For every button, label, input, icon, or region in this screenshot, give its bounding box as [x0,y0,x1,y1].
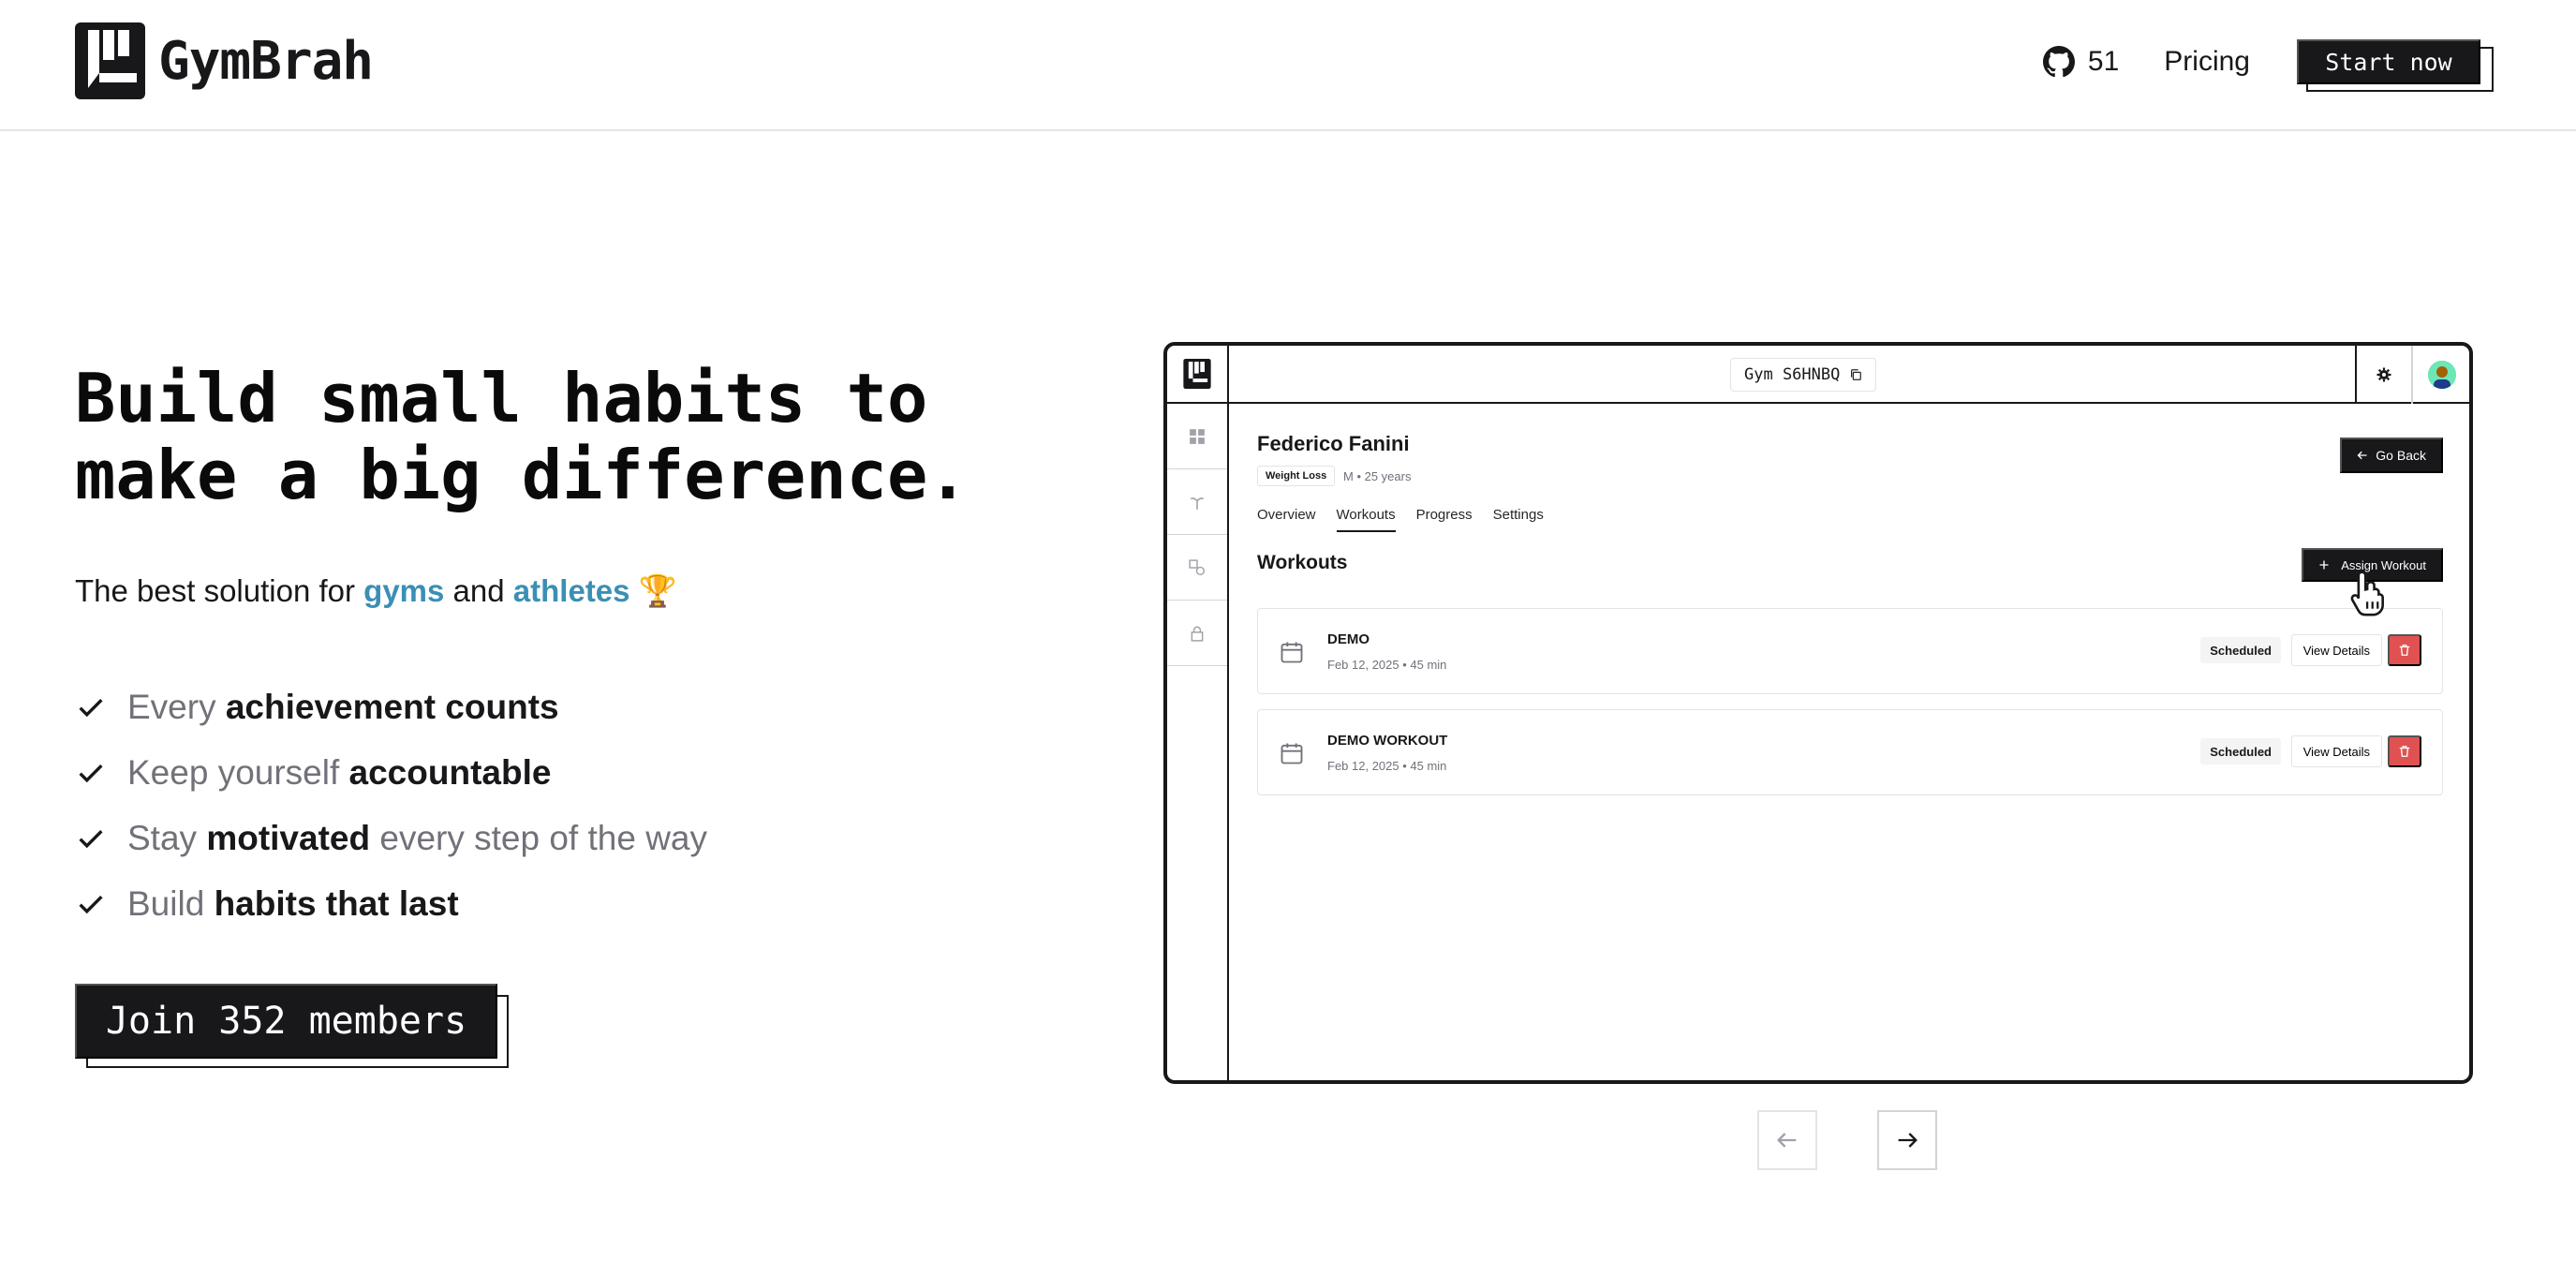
workout-card[interactable]: DEMO Feb 12, 2025 • 45 min Scheduled Vie… [1257,608,2443,694]
feature-bold: motivated [206,819,371,857]
feature-bold: achievement counts [225,688,559,726]
feature-item: Every achievement counts [75,675,707,740]
join-button-wrap: Join 352 members [75,984,511,1070]
pricing-link[interactable]: Pricing [2164,46,2250,78]
logo-icon [75,22,145,99]
feature-item: Build habits that last [75,871,707,937]
calendar-icon [1281,743,1303,764]
tab-workouts[interactable]: Workouts [1336,507,1396,532]
mock-nav-dashboard[interactable] [1167,404,1227,469]
goal-badge: Weight Loss [1257,466,1336,486]
start-now-button-wrap: Start now [2297,37,2494,92]
brand-name: GymBrah [158,30,374,92]
arrow-left-icon [1777,1133,1797,1148]
feature-pre: Build [127,884,205,923]
settings-button[interactable] [2355,346,2413,404]
tab-settings[interactable]: Settings [1493,507,1544,532]
gym-code: Gym S6HNBQ [1744,365,1841,384]
copy-icon[interactable] [1849,368,1862,381]
section-title: Workouts [1257,552,1348,573]
app-preview-mockup: Gym S6HNBQ Federico Fanini Weight Loss M… [1163,342,2473,1084]
start-now-button[interactable]: Start now [2297,39,2480,84]
arrow-right-icon [1898,1133,1917,1148]
arrow-left-icon [2357,451,2367,460]
check-icon [79,896,103,914]
hero-subtitle: The best solution for gyms and athletes … [75,573,677,610]
feature-bold: accountable [348,753,552,792]
hand-cursor-icon [2350,571,2384,616]
workout-subtitle: Feb 12, 2025 • 45 min [1327,759,1447,773]
gym-code-chip[interactable]: Gym S6HNBQ [1730,358,1877,392]
mock-content: Federico Fanini Weight Loss M • 25 years… [1229,404,2469,1080]
top-nav: 51 Pricing Start now [2042,37,2494,92]
status-badge: Scheduled [2200,738,2281,764]
brand-logo[interactable]: GymBrah [75,22,374,99]
trophy-icon: 🏆 [638,573,677,608]
feature-list: Every achievement counts Keep yourself a… [75,675,707,937]
trash-icon [2399,645,2410,656]
dashboard-icon [1190,428,1205,444]
carousel-next-button[interactable] [1877,1110,1937,1170]
feature-pre: Every [127,688,216,726]
workout-subtitle: Feb 12, 2025 • 45 min [1327,658,1447,672]
athlete-meta: M • 25 years [1343,469,1412,483]
workout-title: DEMO WORKOUT [1327,733,1448,749]
feature-item: Keep yourself accountable [75,740,707,806]
calendar-icon [1281,642,1303,663]
feature-pre: Stay [127,819,198,857]
check-icon [79,699,103,718]
feature-bold: habits that last [214,884,459,923]
tab-progress[interactable]: Progress [1416,507,1473,532]
user-avatar-icon [2428,361,2456,389]
delete-workout-button[interactable] [2388,735,2421,767]
go-back-label: Go Back [2376,448,2426,463]
sprout-icon [1190,497,1205,510]
athlete-name: Federico Fanini [1257,432,1410,455]
check-icon [79,764,103,783]
mock-logo[interactable] [1167,346,1227,404]
tab-overview[interactable]: Overview [1257,507,1316,532]
feature-pre: Keep yourself [127,753,340,792]
mock-nav-shapes[interactable] [1167,535,1227,601]
join-members-button[interactable]: Join 352 members [75,984,497,1059]
subtitle-gyms: gyms [363,573,445,608]
mock-nav-training[interactable] [1167,469,1227,535]
mock-sidebar [1167,346,1229,1080]
go-back-button[interactable]: Go Back [2340,438,2443,473]
mock-nav-lock[interactable] [1167,601,1227,666]
subtitle-prefix: The best solution for [75,573,364,608]
trash-icon [2399,746,2410,757]
subtitle-and: and [444,573,513,608]
status-badge: Scheduled [2200,637,2281,663]
check-icon [79,830,103,849]
workout-title: DEMO [1327,631,1369,647]
gear-icon [2376,367,2391,382]
site-header: GymBrah 51 Pricing Start now [0,0,2576,131]
plus-icon [2319,560,2329,570]
github-link[interactable]: 51 [2042,46,2120,78]
hero-headline: Build small habits to make a big differe… [75,360,1105,513]
shapes-icon [1189,558,1206,575]
github-icon [2042,46,2075,78]
athlete-tabs: Overview Workouts Progress Settings [1257,507,1544,532]
lock-icon [1191,626,1204,642]
subtitle-athletes: athletes [512,573,630,608]
feature-post: every step of the way [370,819,707,857]
mock-topbar: Gym S6HNBQ [1229,346,2469,404]
logo-icon [1183,359,1211,389]
github-star-count: 51 [2087,46,2120,77]
workout-card[interactable]: DEMO WORKOUT Feb 12, 2025 • 45 min Sched… [1257,709,2443,795]
view-details-button[interactable]: View Details [2290,735,2382,767]
carousel-prev-button[interactable] [1757,1110,1817,1170]
delete-workout-button[interactable] [2388,634,2421,666]
avatar[interactable] [2428,361,2456,389]
view-details-button[interactable]: View Details [2290,634,2382,666]
feature-item: Stay motivated every step of the way [75,806,707,871]
headline-line-1: Build small habits to [75,359,928,438]
headline-line-2: make a big difference. [75,436,969,514]
